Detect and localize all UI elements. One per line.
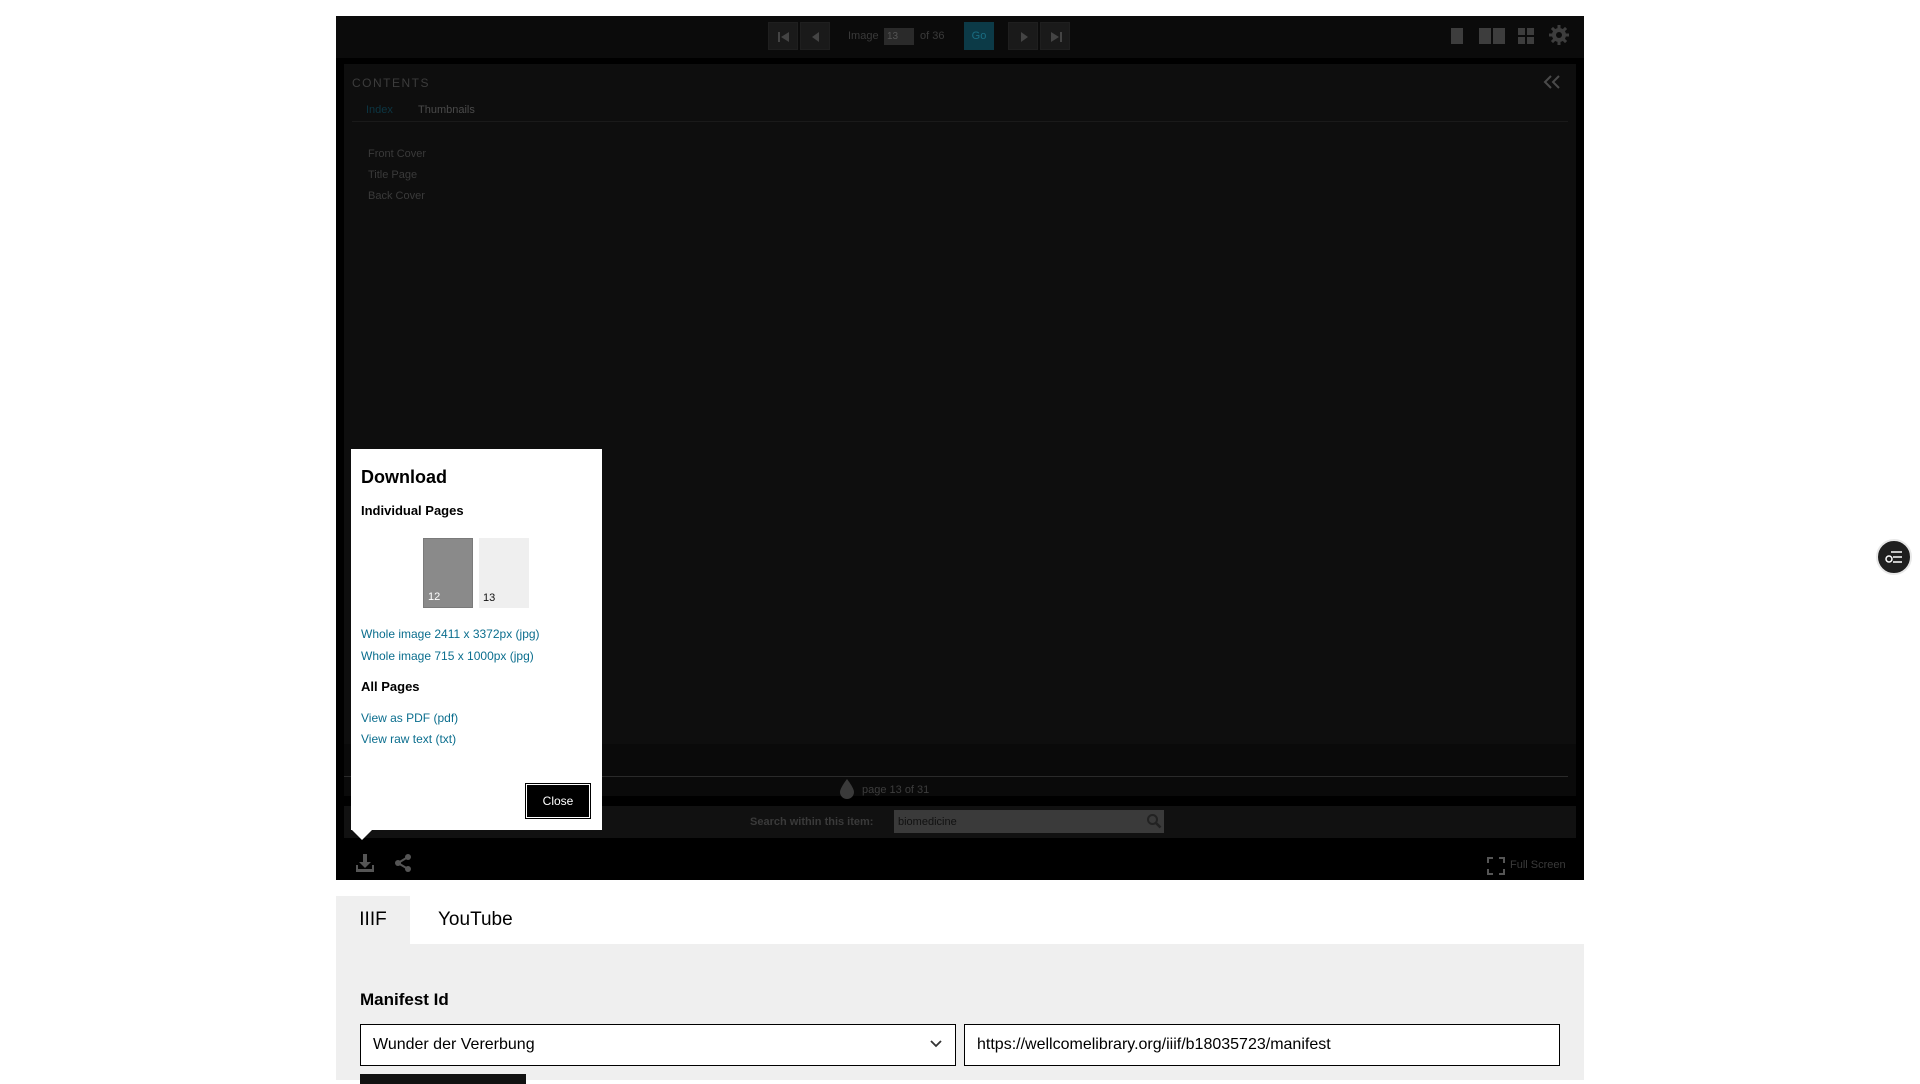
- one-up-view-icon[interactable]: [1450, 26, 1464, 46]
- contents-tabs: Index Thumbnails: [352, 102, 1568, 122]
- tab-thumbnails[interactable]: Thumbnails: [418, 104, 475, 116]
- fullscreen-label[interactable]: Full Screen: [1510, 859, 1566, 871]
- chevron-down-icon: [930, 1040, 942, 1048]
- load-button[interactable]: [360, 1074, 526, 1084]
- download-whole-image-small-link[interactable]: Whole image 715 x 1000px (jpg): [361, 649, 534, 663]
- page-thumbnail[interactable]: 13: [479, 538, 529, 608]
- download-whole-image-large-link[interactable]: Whole image 2411 x 3372px (jpg): [361, 627, 540, 641]
- tab-iiif[interactable]: IIIF: [336, 896, 410, 944]
- search-input[interactable]: [894, 810, 1164, 833]
- all-pages-heading: All Pages: [361, 679, 420, 694]
- manifest-select-value: Wunder der Vererbung: [373, 1036, 535, 1053]
- gallery-view-icon[interactable]: [1516, 26, 1536, 46]
- two-up-view-icon[interactable]: [1478, 26, 1506, 46]
- last-page-icon: [1051, 32, 1062, 42]
- toc-item[interactable]: Front Cover: [368, 144, 426, 165]
- contents-title: CONTENTS: [352, 76, 430, 90]
- download-icon[interactable]: [354, 852, 376, 874]
- thumbnail-number: 12: [428, 591, 441, 603]
- list-toggle-icon: [1885, 551, 1902, 563]
- fullscreen-icon[interactable]: [1486, 856, 1506, 876]
- manifest-select[interactable]: Wunder der Vererbung: [360, 1024, 956, 1066]
- download-dialog: Download Individual Pages 12 13 Whole im…: [351, 449, 602, 830]
- dialog-title: Download: [361, 467, 447, 487]
- slider-handle-icon[interactable]: [838, 778, 856, 800]
- toc-list: Front Cover Title Page Back Cover: [368, 144, 426, 207]
- first-page-button[interactable]: [768, 22, 798, 50]
- image-label: Image: [848, 30, 879, 42]
- last-page-button[interactable]: [1040, 22, 1070, 50]
- source-tabs: IIIF YouTube: [336, 896, 1584, 944]
- first-page-icon: [778, 32, 789, 42]
- search-icon[interactable]: [1146, 813, 1162, 829]
- floating-menu-button[interactable]: [1876, 539, 1912, 575]
- toc-item[interactable]: Back Cover: [368, 186, 426, 207]
- viewer-footer: Full Screen: [336, 844, 1584, 880]
- toc-item[interactable]: Title Page: [368, 165, 426, 186]
- individual-pages-heading: Individual Pages: [361, 503, 464, 518]
- view-raw-text-link[interactable]: View raw text (txt): [361, 732, 456, 746]
- dialog-pointer: [352, 830, 372, 840]
- manifest-url-value: https://wellcomelibrary.org/iiif/b180357…: [977, 1036, 1331, 1053]
- thumbnail-number: 13: [483, 592, 496, 604]
- image-total-label: of 36: [920, 30, 945, 42]
- go-button[interactable]: Go: [964, 22, 994, 50]
- search-label: Search within this item:: [750, 816, 874, 828]
- settings-gear-icon[interactable]: [1548, 24, 1570, 46]
- tab-youtube[interactable]: YouTube: [438, 896, 513, 944]
- view-pdf-link[interactable]: View as PDF (pdf): [361, 711, 458, 725]
- manifest-id-label: Manifest Id: [360, 990, 449, 1009]
- page-position-label: page 13 of 31: [862, 784, 930, 796]
- manifest-url-input[interactable]: https://wellcomelibrary.org/iiif/b180357…: [964, 1024, 1560, 1066]
- collapse-panel-icon[interactable]: [1542, 74, 1562, 90]
- next-page-icon: [1021, 32, 1028, 42]
- share-icon[interactable]: [392, 852, 414, 874]
- image-number-input[interactable]: [884, 28, 914, 45]
- close-button[interactable]: Close: [525, 783, 591, 819]
- page-thumbnail[interactable]: 12: [423, 538, 473, 608]
- viewer-toolbar: Image of 36 Go: [336, 16, 1584, 58]
- previous-page-button[interactable]: [800, 22, 830, 50]
- iiif-panel: Manifest Id Wunder der Vererbung https:/…: [336, 944, 1584, 1084]
- tab-index[interactable]: Index: [366, 104, 393, 116]
- previous-page-icon: [812, 32, 819, 42]
- next-page-button[interactable]: [1008, 22, 1038, 50]
